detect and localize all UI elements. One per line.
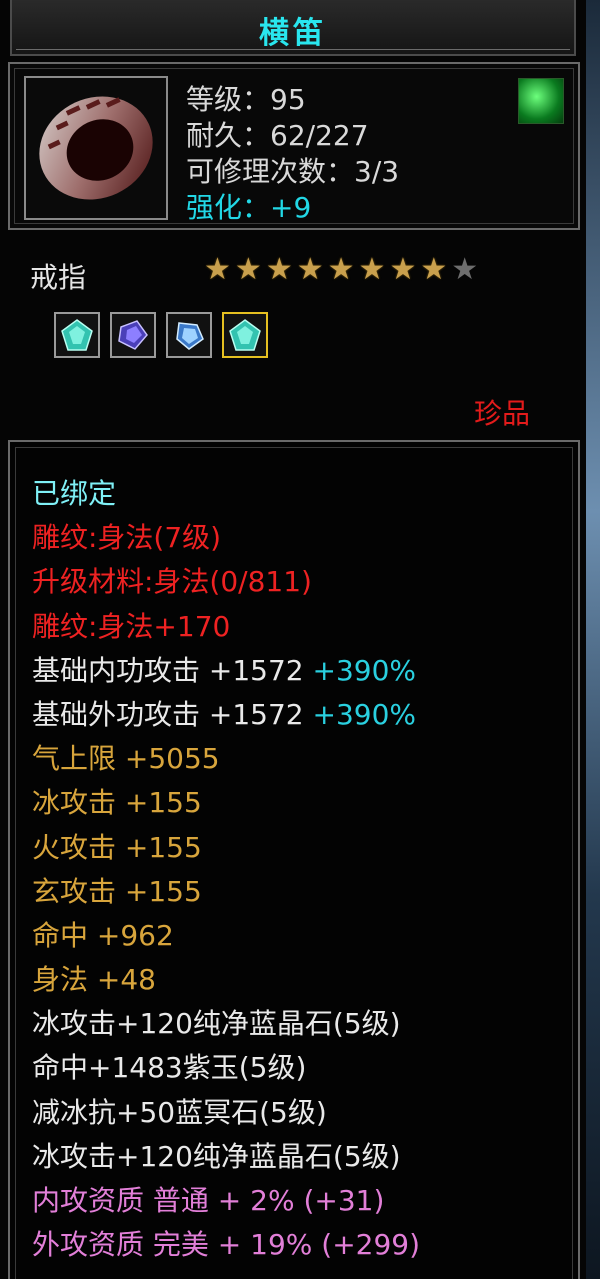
green-gem-icon bbox=[229, 319, 261, 351]
green-gem-icon bbox=[61, 319, 93, 351]
attribute-text: 已绑定 bbox=[32, 477, 117, 510]
star-rating: ★ ★ ★ ★ ★ ★ ★ ★ ★ bbox=[204, 252, 478, 288]
attribute-text: 雕纹:身法(7级) bbox=[32, 521, 222, 555]
attribute-text: 内攻资质 普通 + 2% (+31) bbox=[32, 1184, 385, 1217]
attribute-text: 基础外功攻击 +1572 bbox=[32, 697, 313, 731]
item-icon-slot bbox=[24, 76, 168, 220]
attribute-row: 冰攻击+120纯净蓝晶石(5级) bbox=[32, 1002, 420, 1046]
attribute-row: 气上限 +5055 bbox=[32, 737, 420, 781]
gem-slot-4[interactable] bbox=[222, 312, 268, 358]
item-enhance: 强化：+9 bbox=[186, 191, 312, 224]
attribute-text: 气上限 +5055 bbox=[32, 742, 220, 776]
attribute-text: 雕纹:身法+170 bbox=[32, 609, 231, 643]
attribute-row: 火攻击 +155 bbox=[32, 826, 420, 870]
attribute-text: +390% bbox=[312, 653, 417, 687]
purple-gem-icon bbox=[118, 320, 148, 350]
attribute-row: 雕纹:身法(7级) bbox=[32, 516, 420, 560]
star-filled-icon: ★ bbox=[296, 252, 324, 287]
star-filled-icon: ★ bbox=[234, 252, 262, 287]
attribute-row: 身法 +48 bbox=[32, 958, 420, 1002]
ring-icon bbox=[39, 96, 153, 200]
item-level: 等级：95 bbox=[186, 83, 306, 116]
attribute-row: 外攻资质 完美 + 19% (+299) bbox=[32, 1223, 420, 1267]
attribute-list: 已绑定雕纹:身法(7级) 升级材料:身法(0/811) 雕纹:身法+170 基础内功攻… bbox=[32, 472, 420, 1267]
attribute-text: 身法 +48 bbox=[32, 963, 156, 997]
attribute-row: 玄攻击 +155 bbox=[32, 870, 420, 914]
star-empty-icon: ★ bbox=[451, 252, 479, 287]
attribute-text: 命中 +962 bbox=[32, 918, 174, 952]
item-tooltip: 横笛 等级：95 耐久：62/227 可修理次数：3/3 强化：+9 戒指 ★ … bbox=[0, 0, 586, 1279]
attribute-text: 升级材料:身法(0/811) bbox=[32, 565, 312, 599]
gem-slot-1[interactable] bbox=[54, 312, 100, 358]
attribute-text: 外攻资质 完美 + 19% (+299) bbox=[32, 1228, 421, 1262]
star-filled-icon: ★ bbox=[420, 252, 448, 287]
attribute-row: 基础内功攻击 +1572 +390% bbox=[32, 649, 420, 693]
title-bar: 横笛 bbox=[10, 0, 576, 56]
item-category: 戒指 bbox=[30, 261, 87, 294]
gem-slots bbox=[54, 312, 268, 358]
jade-emblem-icon bbox=[518, 78, 564, 124]
star-filled-icon: ★ bbox=[327, 252, 355, 287]
attribute-row: 冰攻击+120纯净蓝晶石(5级) bbox=[32, 1135, 420, 1179]
attribute-text: +390% bbox=[312, 697, 417, 731]
item-header-panel: 等级：95 耐久：62/227 可修理次数：3/3 强化：+9 bbox=[8, 62, 580, 230]
attribute-row: 减冰抗+50蓝冥石(5级) bbox=[32, 1091, 420, 1135]
attribute-text: 基础内功攻击 +1572 bbox=[32, 653, 313, 687]
attribute-row: 命中+1483紫玉(5级) bbox=[32, 1046, 420, 1090]
attribute-row: 冰攻击 +155 bbox=[32, 781, 420, 825]
attributes-panel: 已绑定雕纹:身法(7级) 升级材料:身法(0/811) 雕纹:身法+170 基础内功攻… bbox=[8, 440, 580, 1279]
star-filled-icon: ★ bbox=[358, 252, 386, 287]
attribute-text: 命中+1483紫玉(5级) bbox=[32, 1051, 307, 1085]
attribute-row: 基础外功攻击 +1572 +390% bbox=[32, 693, 420, 737]
blue-gem-icon bbox=[176, 322, 204, 350]
attribute-text: 冰攻击 +155 bbox=[32, 786, 202, 820]
gem-slot-2[interactable] bbox=[110, 312, 156, 358]
attribute-row: 已绑定 bbox=[32, 472, 420, 516]
attribute-text: 冰攻击+120纯净蓝晶石(5级) bbox=[32, 1139, 401, 1173]
attribute-row: 内攻资质 普通 + 2% (+31) bbox=[32, 1179, 420, 1223]
attribute-text: 火攻击 +155 bbox=[32, 830, 202, 864]
attribute-row: 命中 +962 bbox=[32, 914, 420, 958]
gem-slot-3[interactable] bbox=[166, 312, 212, 358]
background-edge-decoration bbox=[586, 0, 600, 1279]
attribute-row: 升级材料:身法(0/811) bbox=[32, 560, 420, 604]
attribute-text: 减冰抗+50蓝冥石(5级) bbox=[32, 1095, 327, 1129]
attribute-text: 玄攻击 +155 bbox=[32, 874, 202, 908]
star-filled-icon: ★ bbox=[389, 252, 417, 287]
attribute-text: 冰攻击+120纯净蓝晶石(5级) bbox=[32, 1007, 401, 1041]
item-repair-count: 可修理次数：3/3 bbox=[186, 155, 400, 188]
attribute-row: 雕纹:身法+170 bbox=[32, 605, 420, 649]
item-name: 横笛 bbox=[259, 16, 327, 51]
item-quality: 珍品 bbox=[473, 397, 530, 430]
star-filled-icon: ★ bbox=[204, 252, 231, 287]
star-filled-icon: ★ bbox=[265, 252, 293, 287]
item-durability: 耐久：62/227 bbox=[186, 119, 369, 152]
